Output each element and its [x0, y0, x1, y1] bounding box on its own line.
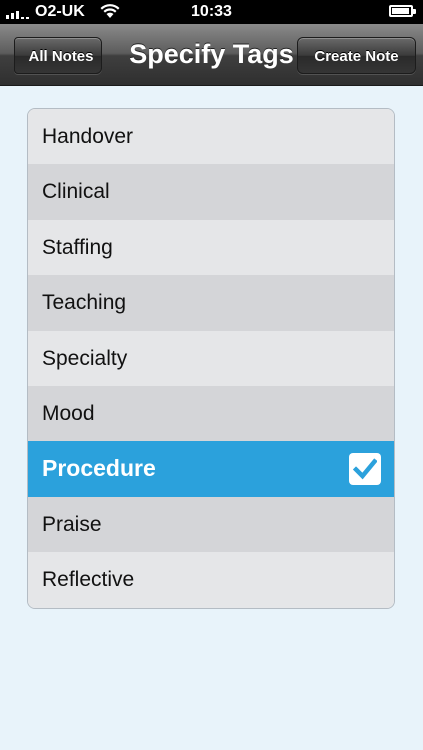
tag-label: Handover	[42, 125, 134, 148]
checkbox-checked[interactable]	[349, 453, 381, 486]
tag-label: Teaching	[42, 291, 127, 315]
tag-row-mood[interactable]: Mood	[28, 385, 394, 442]
tag-row-teaching[interactable]: Teaching	[28, 275, 394, 331]
tag-label: Praise	[42, 512, 102, 536]
tag-label: Staffing	[42, 235, 113, 259]
create-note-button[interactable]: Create Note	[297, 37, 416, 74]
tag-label: Clinical	[42, 180, 110, 204]
status-time: 10:33	[191, 3, 232, 20]
battery-charging-icon	[389, 5, 416, 17]
status-bar: O2-UK 10:33	[0, 0, 423, 24]
tag-label: Mood	[42, 401, 95, 425]
tag-row-praise[interactable]: Praise	[28, 496, 394, 553]
tag-row-clinical[interactable]: Clinical	[28, 164, 394, 220]
tag-label: Procedure	[42, 455, 156, 482]
tag-row-procedure[interactable]: Procedure	[28, 441, 394, 497]
tag-row-handover[interactable]: Handover	[28, 109, 394, 165]
tag-list: Handover Clinical Staffing Teaching Spec…	[27, 108, 395, 609]
navigation-bar: All Notes Specify Tags Create Note	[0, 24, 423, 86]
tag-row-staffing[interactable]: Staffing	[28, 219, 394, 276]
tag-row-reflective[interactable]: Reflective	[28, 552, 394, 608]
tag-row-specialty[interactable]: Specialty	[28, 330, 394, 386]
back-button-label: All Notes	[28, 48, 94, 65]
tag-label: Specialty	[42, 346, 128, 370]
tag-label: Reflective	[42, 568, 135, 592]
